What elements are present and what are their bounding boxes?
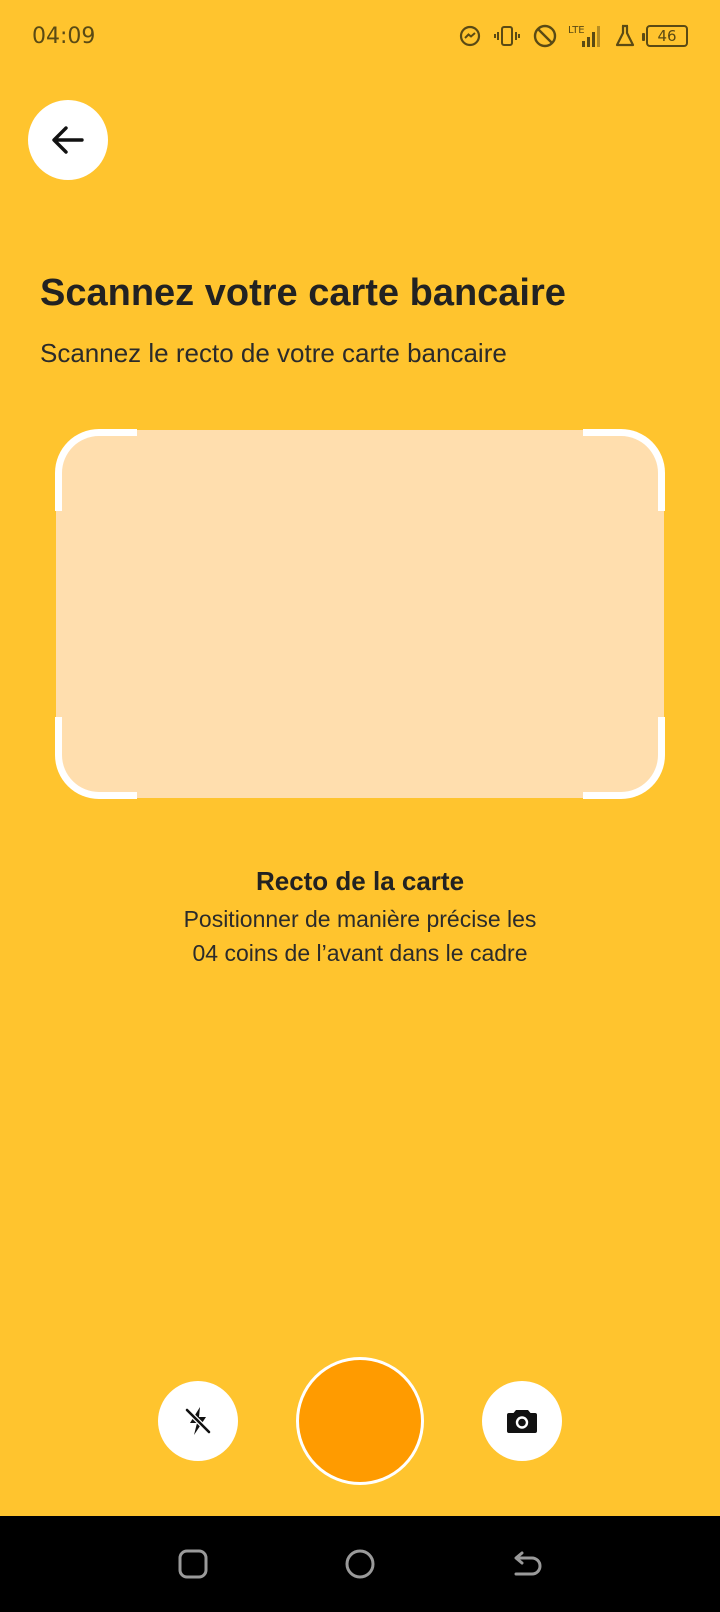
arrow-left-icon	[52, 126, 84, 154]
recents-button[interactable]	[163, 1534, 223, 1594]
switch-camera-button[interactable]	[482, 1381, 562, 1461]
network-label: LTE	[568, 25, 585, 36]
instruction-title: Recto de la carte	[255, 866, 465, 896]
lte-signal-icon: LTE	[568, 23, 604, 49]
flash-toggle-button[interactable]	[158, 1381, 238, 1461]
square-icon	[178, 1549, 208, 1579]
flash-off-icon	[185, 1407, 211, 1435]
lab-flask-icon	[614, 24, 636, 48]
status-time: 04:09	[32, 23, 96, 49]
page-subtitle: Scannez le recto de votre carte bancaire	[40, 338, 507, 368]
status-bar: 04:09 LTE 46	[0, 0, 720, 72]
home-button[interactable]	[330, 1534, 390, 1594]
circle-icon	[345, 1549, 375, 1579]
messenger-icon	[458, 24, 482, 48]
card-scan-frame	[55, 429, 665, 799]
frame-corner-bottom-left	[55, 717, 137, 799]
frame-corner-top-right	[583, 429, 665, 511]
vibrate-icon	[492, 24, 522, 48]
frame-corner-bottom-right	[583, 717, 665, 799]
battery-icon: 46	[642, 25, 688, 47]
camera-icon	[507, 1410, 537, 1433]
back-nav-button[interactable]	[497, 1534, 557, 1594]
back-arrow-icon	[514, 1551, 542, 1576]
instruction-text: Positionner de manière précise les 04 co…	[110, 902, 610, 970]
instruction-line-2: 04 coins de l’avant dans le cadre	[192, 940, 528, 966]
capture-button[interactable]	[296, 1357, 424, 1485]
battery-level: 46	[657, 27, 677, 45]
system-nav-bar	[0, 1516, 720, 1612]
instruction-line-1: Positionner de manière précise les	[183, 906, 537, 932]
page-title: Scannez votre carte bancaire	[40, 272, 566, 314]
frame-corner-top-left	[55, 429, 137, 511]
status-icons: LTE 46	[458, 23, 688, 49]
back-button[interactable]	[28, 100, 108, 180]
do-not-disturb-icon	[532, 23, 558, 49]
